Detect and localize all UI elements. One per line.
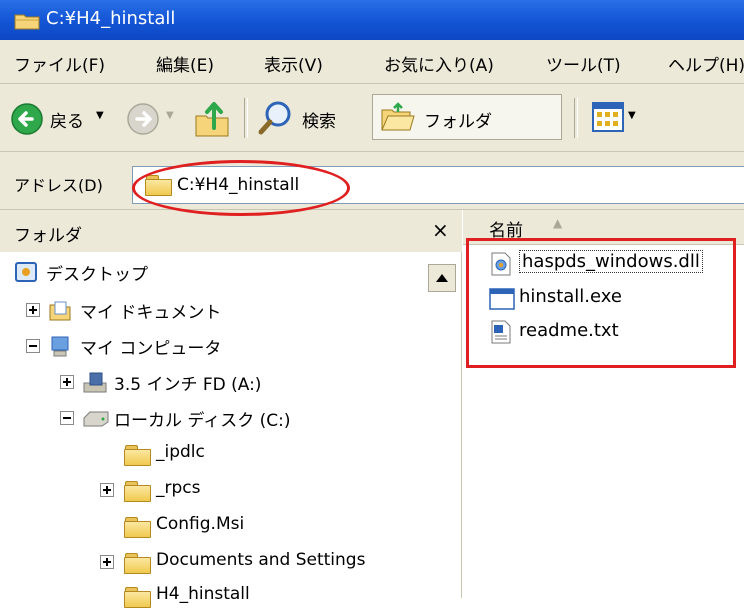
hard-drive-icon xyxy=(82,410,110,428)
my-documents-icon xyxy=(48,299,72,323)
expand-icon[interactable] xyxy=(60,375,74,389)
menu-tools[interactable]: ツール(T) xyxy=(546,51,621,76)
tree-item-config-msi[interactable]: Config.Msi xyxy=(0,510,420,544)
tree-item-label: ローカル ディスク (C:) xyxy=(114,411,291,431)
up-folder-button[interactable] xyxy=(192,98,232,138)
folder-icon xyxy=(14,12,40,30)
menu-file[interactable]: ファイル(F) xyxy=(14,51,105,76)
folder-tree-pane: フォルダ × デスクトップ マイ ドキュメント マイ コンピュータ 3.5 イン… xyxy=(0,210,462,608)
tree-item-label: マイ コンピュータ xyxy=(80,339,222,359)
tree-item-label: _ipdlc xyxy=(156,442,205,462)
folders-icon xyxy=(380,100,416,134)
address-highlight-ellipse xyxy=(132,160,350,216)
back-dropdown-icon[interactable]: ▼ xyxy=(96,110,104,121)
back-label[interactable]: 戻る xyxy=(50,107,84,132)
tree-item-label: _rpcs xyxy=(156,478,201,498)
tree-item-label: Documents and Settings xyxy=(156,550,366,570)
sort-ascending-icon: ▲ xyxy=(553,216,563,230)
tree-item-label: マイ ドキュメント xyxy=(80,303,222,323)
forward-button[interactable] xyxy=(126,102,160,136)
views-dropdown-icon[interactable]: ▼ xyxy=(628,110,636,121)
desktop-icon xyxy=(14,260,38,284)
collapse-icon[interactable] xyxy=(60,411,74,425)
menu-edit[interactable]: 編集(E) xyxy=(156,51,214,76)
toolbar-separator xyxy=(244,98,248,138)
scroll-up-arrow[interactable] xyxy=(428,264,456,292)
close-icon[interactable]: × xyxy=(432,218,449,242)
expand-icon[interactable] xyxy=(26,303,40,317)
tree-item-my-documents[interactable]: マイ ドキュメント xyxy=(0,294,420,328)
tree-item-my-computer[interactable]: マイ コンピュータ xyxy=(0,330,420,364)
views-icon xyxy=(592,102,624,132)
tree-item-ipdlc[interactable]: _ipdlc xyxy=(0,438,420,472)
tree-item-local-disk[interactable]: ローカル ディスク (C:) xyxy=(0,402,420,436)
folder-pane-header: フォルダ × xyxy=(0,210,462,252)
tree-item-label: デスクトップ xyxy=(46,265,148,285)
tree-item-rpcs[interactable]: _rpcs xyxy=(0,474,420,508)
expand-icon[interactable] xyxy=(100,483,114,497)
expand-icon[interactable] xyxy=(100,555,114,569)
folder-icon xyxy=(124,517,151,538)
folder-icon xyxy=(124,587,151,608)
address-bar: アドレス(D) C:¥H4_hinstall xyxy=(0,152,744,210)
tree-item-desktop[interactable]: デスクトップ xyxy=(0,256,420,290)
tree-item-label: H4_hinstall xyxy=(156,584,250,604)
tree-item-label: Config.Msi xyxy=(156,514,245,534)
computer-icon xyxy=(48,335,72,359)
menu-view[interactable]: 表示(V) xyxy=(264,51,323,76)
forward-dropdown-icon[interactable]: ▼ xyxy=(166,110,174,121)
folder-pane-title: フォルダ xyxy=(14,226,82,246)
forward-arrow-icon xyxy=(127,103,159,135)
back-button[interactable] xyxy=(10,102,44,136)
files-highlight-rectangle xyxy=(466,238,736,368)
window-title: C:¥H4_hinstall xyxy=(46,8,176,29)
toolbar: 戻る ▼ ▼ 検索 フォルダ ▼ xyxy=(0,84,744,152)
floppy-drive-icon xyxy=(82,371,108,395)
tree-item-label: 3.5 インチ FD (A:) xyxy=(114,375,262,395)
menu-favorites[interactable]: お気に入り(A) xyxy=(384,51,494,76)
menu-bar: ファイル(F) 編集(E) 表示(V) お気に入り(A) ツール(T) ヘルプ(… xyxy=(0,40,744,84)
up-folder-icon xyxy=(195,102,229,137)
tree-item-documents-and-settings[interactable]: Documents and Settings xyxy=(0,546,440,580)
back-arrow-icon xyxy=(11,103,43,135)
toolbar-separator xyxy=(574,98,578,138)
folder-icon xyxy=(124,445,151,466)
folder-icon xyxy=(124,553,151,574)
title-bar: C:¥H4_hinstall xyxy=(0,0,744,40)
tree-item-floppy[interactable]: 3.5 インチ FD (A:) xyxy=(0,366,420,400)
menu-help[interactable]: ヘルプ(H) xyxy=(668,51,744,76)
search-label[interactable]: 検索 xyxy=(302,107,336,132)
collapse-icon[interactable] xyxy=(26,339,40,353)
folders-label[interactable]: フォルダ xyxy=(424,107,492,132)
search-button[interactable] xyxy=(256,98,296,138)
views-button[interactable] xyxy=(592,102,624,132)
search-icon xyxy=(258,101,291,135)
tree-item-h4-hinstall[interactable]: H4_hinstall xyxy=(0,580,420,614)
folder-icon xyxy=(124,481,151,502)
address-label: アドレス(D) xyxy=(14,176,103,195)
